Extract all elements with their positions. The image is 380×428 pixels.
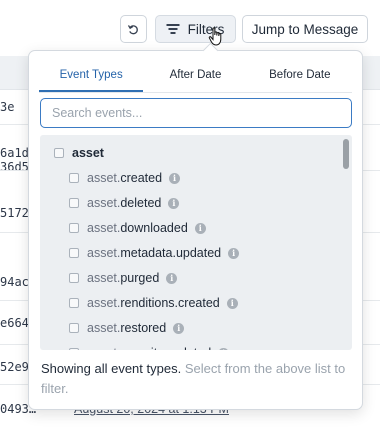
- info-icon[interactable]: i: [218, 347, 230, 350]
- event-search-input[interactable]: [40, 98, 352, 128]
- event-checkbox[interactable]: [69, 348, 79, 350]
- group-label: asset: [72, 146, 104, 160]
- event-prefix: asset.: [87, 246, 121, 260]
- event-item[interactable]: asset. deleted i: [69, 196, 180, 210]
- message-id: 5172: [0, 206, 29, 220]
- event-name: deleted: [120, 196, 162, 210]
- event-checkbox[interactable]: [69, 198, 79, 208]
- message-id: e664: [0, 316, 29, 330]
- filter-icon: [166, 24, 180, 34]
- event-checkbox[interactable]: [69, 248, 79, 258]
- event-name: purged: [120, 271, 160, 285]
- event-prefix: asset.: [87, 171, 121, 185]
- event-name: restored: [120, 321, 167, 335]
- list-scrollbar[interactable]: [343, 139, 349, 169]
- event-prefix: asset.: [87, 296, 121, 310]
- event-name: renditions.created: [120, 296, 220, 310]
- event-item[interactable]: asset. metadata.updated i: [69, 246, 240, 260]
- filters-popover: Event Types After Date Before Date asset…: [28, 50, 363, 410]
- event-name: created: [120, 171, 163, 185]
- message-id: 52e9: [0, 360, 29, 374]
- event-group-asset[interactable]: asset: [54, 146, 104, 160]
- event-item[interactable]: asset. restored i: [69, 321, 185, 335]
- info-icon[interactable]: i: [228, 247, 240, 259]
- info-icon[interactable]: i: [166, 272, 178, 284]
- event-checkbox[interactable]: [69, 298, 79, 308]
- info-icon[interactable]: i: [169, 172, 181, 184]
- event-item[interactable]: asset. downloaded i: [69, 221, 206, 235]
- status-strong: Showing all event types.: [41, 361, 182, 376]
- event-prefix: asset.: [87, 196, 121, 210]
- event-checkbox[interactable]: [69, 323, 79, 333]
- message-id: 6a1d: [0, 146, 29, 160]
- event-checkbox[interactable]: [69, 173, 79, 183]
- tab-event-types[interactable]: Event Types: [39, 63, 144, 92]
- event-item[interactable]: asset. purged i: [69, 271, 178, 285]
- event-checkbox[interactable]: [69, 273, 79, 283]
- refresh-icon: [127, 24, 138, 34]
- event-name: downloaded: [120, 221, 188, 235]
- event-name: security.updated: [120, 346, 211, 350]
- event-prefix: asset.: [87, 346, 120, 350]
- event-checkbox[interactable]: [69, 223, 79, 233]
- message-id: 36d5: [0, 160, 29, 174]
- tab-before-date[interactable]: Before Date: [248, 63, 352, 92]
- info-icon[interactable]: i: [173, 322, 185, 334]
- event-item[interactable]: asset. created i: [69, 171, 181, 185]
- event-item[interactable]: asset.security.updated i: [69, 346, 230, 350]
- filter-status-text: Showing all event types. Select from the…: [41, 359, 353, 399]
- event-item[interactable]: asset. renditions.created i: [69, 296, 238, 310]
- filter-tabs: Event Types After Date Before Date: [39, 63, 352, 93]
- message-id: 94ac: [0, 275, 29, 289]
- info-icon[interactable]: i: [226, 297, 238, 309]
- refresh-button[interactable]: [120, 15, 147, 43]
- event-type-list[interactable]: asset asset. created i asset. deleted i asset.…: [40, 135, 352, 350]
- message-id: 3e: [0, 100, 15, 114]
- jump-to-message-button[interactable]: Jump to Message: [242, 15, 368, 43]
- event-prefix: asset.: [87, 321, 121, 335]
- event-prefix: asset.: [87, 271, 121, 285]
- event-prefix: asset.: [87, 221, 121, 235]
- tab-after-date[interactable]: After Date: [143, 63, 247, 92]
- info-icon[interactable]: i: [194, 222, 206, 234]
- info-icon[interactable]: i: [168, 197, 180, 209]
- group-checkbox[interactable]: [54, 148, 64, 158]
- event-name: metadata.updated: [120, 246, 222, 260]
